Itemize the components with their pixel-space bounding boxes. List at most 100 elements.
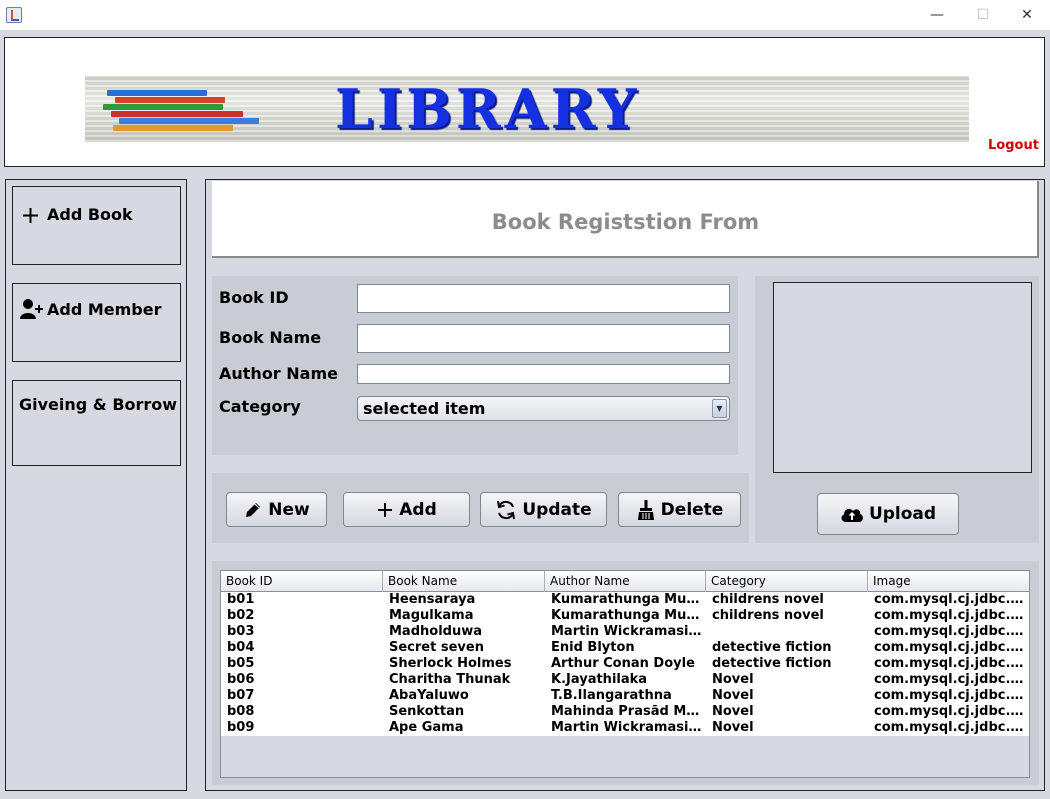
- maximize-button[interactable]: ☐: [960, 0, 1006, 30]
- table-row[interactable]: b07 AbaYaluwo T.B.Ilangarathna Novel com…: [221, 688, 1030, 704]
- image-panel: Upload: [755, 276, 1039, 543]
- table-row[interactable]: b06 Charitha Thunak K.Jayathilaka Novel …: [221, 672, 1029, 688]
- table-cell: childrens novel: [712, 608, 824, 623]
- category-label: Category: [219, 397, 301, 416]
- table-cell: Ape Gama: [389, 720, 464, 735]
- column-header-author-name[interactable]: Author Name: [545, 571, 706, 592]
- add-button-label: Add: [399, 499, 437, 520]
- books-table[interactable]: Book ID Book Name Author Name Category I…: [220, 570, 1030, 778]
- table-cell: Novel: [712, 688, 754, 703]
- table-cell: AbaYaluwo: [389, 688, 469, 703]
- java-cup-icon: [6, 7, 22, 23]
- update-button[interactable]: Update: [480, 492, 607, 527]
- table-cell: Secret seven: [389, 640, 484, 655]
- table-cell: T.B.Ilangarathna: [551, 688, 672, 703]
- column-header-category[interactable]: Category: [706, 571, 868, 592]
- table-cell: Novel: [712, 704, 754, 719]
- library-banner: LIBRARY: [85, 76, 969, 142]
- cloud-upload-icon: [841, 508, 863, 522]
- book-name-field[interactable]: [357, 324, 730, 353]
- table-row[interactable]: b03 Madholduwa Martin Wickramasin... com…: [221, 624, 1029, 640]
- column-header-book-id[interactable]: Book ID: [221, 571, 383, 592]
- author-name-field[interactable]: [357, 364, 730, 384]
- table-body: b01 Heensaraya Kumarathunga Mun... child…: [221, 592, 1030, 736]
- window-title-bar: — ☐ ✕: [0, 0, 1050, 30]
- add-user-icon: [20, 299, 43, 319]
- author-name-label: Author Name: [219, 364, 338, 383]
- sidebar-item-label: Add Book: [47, 205, 133, 224]
- table-cell: Arthur Conan Doyle: [551, 656, 695, 671]
- table-cell: Novel: [712, 672, 754, 687]
- sidebar-item-giveing-borrow[interactable]: Giveing & Borrow: [12, 380, 181, 466]
- column-header-book-name[interactable]: Book Name: [383, 571, 545, 592]
- book-id-label: Book ID: [219, 288, 289, 307]
- sidebar-item-add-member[interactable]: Add Member: [12, 283, 181, 362]
- action-buttons-panel: New Add Update Delete: [212, 473, 749, 543]
- plus-icon: [23, 208, 38, 223]
- update-button-label: Update: [522, 499, 592, 520]
- table-row[interactable]: b02 Magulkama Kumarathunga Mun... childr…: [221, 608, 1030, 624]
- table-cell: b07: [227, 688, 255, 703]
- table-row[interactable]: b01 Heensaraya Kumarathunga Mun... child…: [221, 592, 1030, 608]
- new-button-label: New: [268, 499, 310, 520]
- delete-button[interactable]: Delete: [618, 492, 741, 527]
- new-button[interactable]: New: [226, 492, 327, 527]
- table-header: Book ID Book Name Author Name Category I…: [221, 571, 1029, 592]
- table-cell: b02: [227, 608, 255, 623]
- broom-icon: [637, 499, 654, 520]
- form-title-panel: Book Registstion From: [212, 181, 1039, 258]
- table-cell: detective fiction: [712, 640, 832, 655]
- table-cell: childrens novel: [712, 592, 824, 607]
- plus-icon: [378, 502, 393, 517]
- pencil-icon: [246, 502, 261, 517]
- table-cell: Senkottan: [389, 704, 465, 719]
- table-row[interactable]: b09 Ape Gama Martin Wickramasin... Novel…: [221, 720, 1030, 736]
- page-title: Book Registstion From: [491, 210, 760, 234]
- table-cell: com.mysql.cj.jdbc.B...: [874, 656, 1030, 671]
- logout-link[interactable]: Logout: [988, 138, 1039, 153]
- upload-button[interactable]: Upload: [817, 493, 959, 535]
- book-fields-panel: Book ID Book Name Author Name Category s…: [212, 276, 738, 455]
- book-stack-icon: [107, 90, 207, 96]
- table-cell: com.mysql.cj.jdbc.B...: [874, 720, 1030, 735]
- book-image-preview: [773, 282, 1032, 473]
- table-cell: Enid Blyton: [551, 640, 635, 655]
- table-cell: Heensaraya: [389, 592, 476, 607]
- table-cell: Novel: [712, 720, 754, 735]
- category-select[interactable]: selected item ▼: [357, 396, 730, 421]
- table-row[interactable]: b04 Secret seven Enid Blyton detective f…: [221, 640, 1029, 656]
- table-cell: Kumarathunga Mun...: [551, 592, 706, 607]
- table-cell: com.mysql.cj.jdbc.B...: [874, 688, 1030, 703]
- table-cell: b06: [227, 672, 255, 687]
- column-header-image[interactable]: Image: [868, 571, 1029, 592]
- table-cell: b01: [227, 592, 255, 607]
- table-cell: Mahinda Prasād Ma...: [551, 704, 706, 719]
- sidebar-item-label: Add Member: [47, 300, 162, 319]
- banner-title: LIBRARY: [335, 77, 641, 141]
- table-row[interactable]: b08 Senkottan Mahinda Prasād Ma... Novel…: [221, 704, 1029, 720]
- table-row[interactable]: b05 Sherlock Holmes Arthur Conan Doyle d…: [221, 656, 1030, 672]
- add-button[interactable]: Add: [343, 492, 470, 527]
- table-cell: b08: [227, 704, 255, 719]
- table-cell: Martin Wickramasin...: [551, 624, 706, 639]
- upload-button-label: Upload: [868, 504, 937, 524]
- close-button[interactable]: ✕: [1004, 0, 1050, 30]
- sidebar: Add Book Add Member Giveing & Borrow: [5, 179, 187, 791]
- books-table-panel: Book ID Book Name Author Name Category I…: [212, 561, 1039, 785]
- sidebar-item-add-book[interactable]: Add Book: [12, 186, 181, 265]
- book-id-field[interactable]: [357, 284, 730, 313]
- table-cell: [706, 624, 868, 640]
- table-cell: K.Jayathilaka: [551, 672, 648, 687]
- table-cell: b05: [227, 656, 255, 671]
- table-cell: b03: [227, 624, 255, 639]
- refresh-icon: [497, 500, 516, 519]
- table-cell: com.mysql.cj.jdbc.B...: [874, 608, 1030, 623]
- table-cell: com.mysql.cj.jdbc.B...: [874, 592, 1030, 607]
- chevron-down-icon[interactable]: ▼: [712, 399, 727, 418]
- table-cell: Kumarathunga Mun...: [551, 608, 706, 623]
- delete-button-label: Delete: [660, 499, 724, 520]
- minimize-button[interactable]: —: [914, 0, 960, 30]
- table-cell: Martin Wickramasin...: [551, 720, 706, 735]
- book-name-label: Book Name: [219, 328, 322, 347]
- table-cell: Magulkama: [389, 608, 474, 623]
